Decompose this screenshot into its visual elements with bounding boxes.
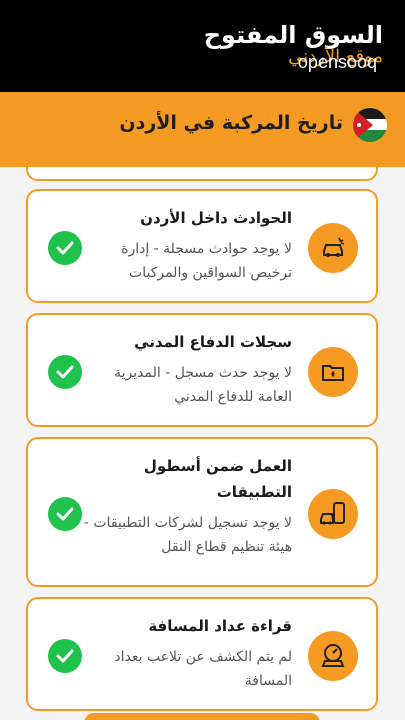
card-description: لم يتم الكشف عن تلاعب بعداد المسافة (114, 649, 292, 689)
brand-name-arabic: السوق المفتوح (203, 21, 383, 49)
top-header-band: السوق المفتوح موقع الأردني opensooq (0, 0, 405, 92)
card-description: لا يوجد حدث مسجل - المديرية العامة للدفا… (114, 365, 292, 405)
check-icon (48, 231, 82, 265)
card-previous-peek (26, 167, 378, 181)
card-title: سجلات الدفاع المدني (134, 333, 292, 351)
odometer-icon (308, 631, 358, 681)
check-icon (48, 497, 82, 531)
card-civil-defense[interactable]: سجلات الدفاع المدني لا يوجد حدث مسجل - ا… (26, 313, 378, 427)
card-accidents[interactable]: الحوادث داخل الأردن لا يوجد حوادث مسجلة … (26, 189, 378, 303)
card-odometer[interactable]: قراءة عداد المسافة لم يتم الكشف عن تلاعب… (26, 597, 378, 711)
card-description: لا يوجد حوادث مسجلة - إدارة ترخيص السواق… (121, 241, 292, 281)
bottom-action-peek[interactable] (84, 713, 320, 720)
card-title: العمل ضمن أسطول التطبيقات (143, 457, 292, 501)
card-app-fleet[interactable]: العمل ضمن أسطول التطبيقات لا يوجد تسجيل … (26, 437, 378, 587)
card-title: قراءة عداد المسافة (148, 617, 292, 635)
check-icon (48, 639, 82, 673)
page-title: تاريخ المركبة في الأردن (119, 112, 343, 134)
card-description: لا يوجد تسجيل لشركات التطبيقات - هيئة تن… (83, 515, 292, 555)
check-icon (48, 355, 82, 389)
folder-records-icon (308, 347, 358, 397)
car-accident-icon (308, 223, 358, 273)
vehicle-history-list[interactable]: الحوادث داخل الأردن لا يوجد حوادث مسجلة … (0, 167, 405, 720)
jordan-flag-icon (353, 108, 387, 142)
card-title: الحوادث داخل الأردن (140, 209, 292, 227)
brand-name-latin: opensooq (297, 52, 377, 72)
section-title-bar: تاريخ المركبة في الأردن (0, 92, 405, 167)
ride-app-icon (308, 489, 358, 539)
